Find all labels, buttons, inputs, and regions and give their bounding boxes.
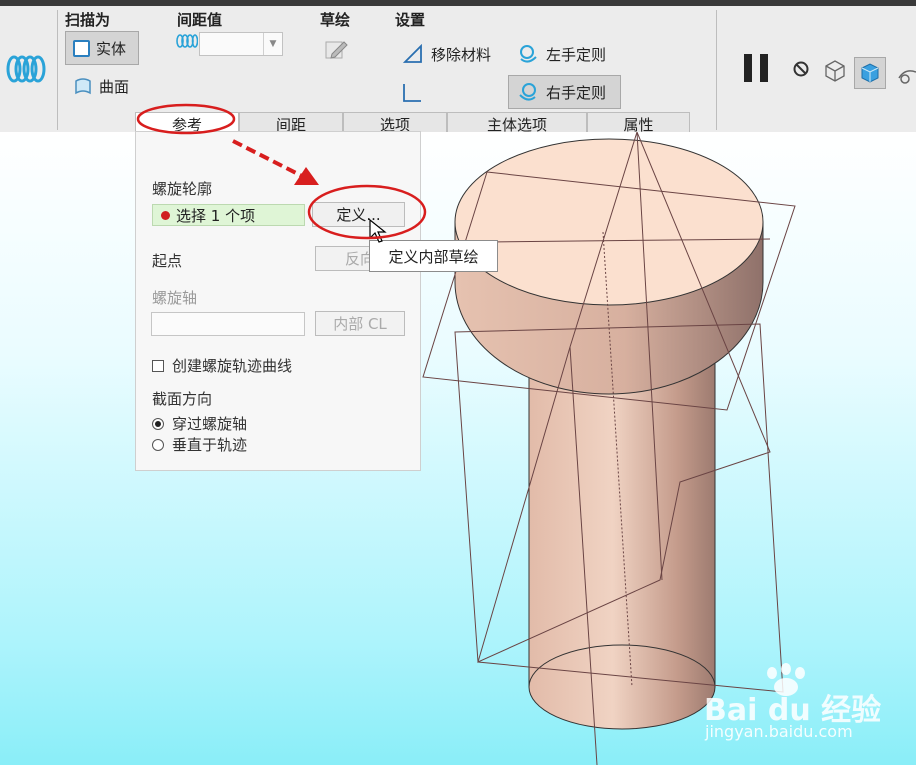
through-axis-label: 穿过螺旋轴	[172, 415, 248, 433]
solid-button[interactable]: 实体	[65, 31, 139, 65]
section-orientation-label: 截面方向	[152, 390, 213, 408]
right-hand-rule-button[interactable]: 右手定则	[508, 75, 621, 109]
ribbon-separator	[57, 10, 58, 130]
pitch-value-combobox[interactable]: ▼	[199, 32, 283, 56]
create-helix-curve-label: 创建螺旋轨迹曲线	[172, 357, 293, 375]
right-hand-rule-icon	[519, 83, 536, 101]
pitch-icon	[176, 34, 198, 48]
collector-text: 选择 1 个项	[176, 206, 256, 225]
thicken-icon[interactable]	[401, 82, 423, 104]
normal-to-trajectory-radio[interactable]	[152, 438, 164, 451]
create-helix-curve-checkbox[interactable]	[152, 359, 164, 372]
right-hand-rule-label: 右手定则	[546, 83, 607, 102]
remove-material-button[interactable]: 移除材料	[395, 37, 507, 71]
left-hand-rule-icon	[520, 45, 537, 63]
left-hand-rule-button[interactable]: 左手定则	[508, 37, 623, 71]
no-preview-icon[interactable]	[792, 60, 810, 78]
sketch-header: 草绘	[320, 11, 351, 29]
start-point-label: 起点	[152, 252, 183, 270]
surface-label: 曲面	[99, 77, 130, 96]
ribbon: 扫描为 实体 曲面 间距值 ▼ 草绘 设置 移除材料 左手定则 右手定则 参考 …	[0, 6, 916, 137]
ribbon-separator	[716, 10, 717, 130]
surface-button[interactable]: 曲面	[65, 69, 145, 103]
internal-cl-button[interactable]: 内部 CL	[315, 311, 405, 336]
through-axis-radio[interactable]	[152, 417, 164, 430]
create-helix-curve-option[interactable]: 创建螺旋轨迹曲线	[152, 355, 292, 376]
helical-sweep-icon	[6, 55, 46, 83]
watermark-url: jingyan.baidu.com	[705, 722, 853, 741]
mouse-cursor-icon	[369, 218, 387, 243]
verify-mode-button[interactable]	[854, 57, 886, 89]
helix-axis-collector[interactable]	[151, 312, 305, 336]
left-hand-rule-label: 左手定则	[546, 45, 607, 64]
normal-to-trajectory-label: 垂直于轨迹	[172, 436, 248, 454]
sweep-as-header: 扫描为	[65, 11, 111, 29]
chevron-down-icon[interactable]: ▼	[263, 33, 282, 55]
references-panel: 螺旋轮廓 选择 1 个项 定义... 起点 反向 螺旋轴 内部 CL 创建螺旋轨…	[135, 131, 421, 471]
section-option-through-axis[interactable]: 穿过螺旋轴	[152, 413, 247, 434]
remove-material-label: 移除材料	[431, 45, 492, 64]
helix-profile-collector[interactable]: 选择 1 个项	[152, 204, 305, 226]
glasses-icon[interactable]	[897, 64, 916, 86]
surface-icon	[75, 78, 91, 95]
verify-model-icon	[861, 63, 879, 83]
section-option-normal-to-trajectory[interactable]: 垂直于轨迹	[152, 434, 247, 455]
pause-icon-bar-left[interactable]	[744, 54, 752, 82]
cylinder-shaft[interactable]	[528, 362, 716, 730]
cylinder-head[interactable]	[454, 138, 764, 395]
sketch-pencil-icon[interactable]	[324, 36, 350, 62]
pause-icon-bar-right[interactable]	[760, 54, 768, 82]
settings-header: 设置	[395, 11, 426, 29]
tooltip: 定义内部草绘	[369, 240, 498, 272]
preview-mesh-icon[interactable]	[822, 58, 848, 82]
collector-status-dot-icon	[161, 210, 170, 220]
solid-label: 实体	[96, 39, 127, 58]
define-button[interactable]: 定义...	[312, 202, 405, 227]
pitch-header: 间距值	[177, 11, 223, 29]
solid-icon	[73, 39, 90, 57]
remove-material-icon	[403, 44, 422, 63]
helix-profile-label: 螺旋轮廓	[152, 180, 213, 198]
helix-axis-label: 螺旋轴	[152, 289, 198, 307]
